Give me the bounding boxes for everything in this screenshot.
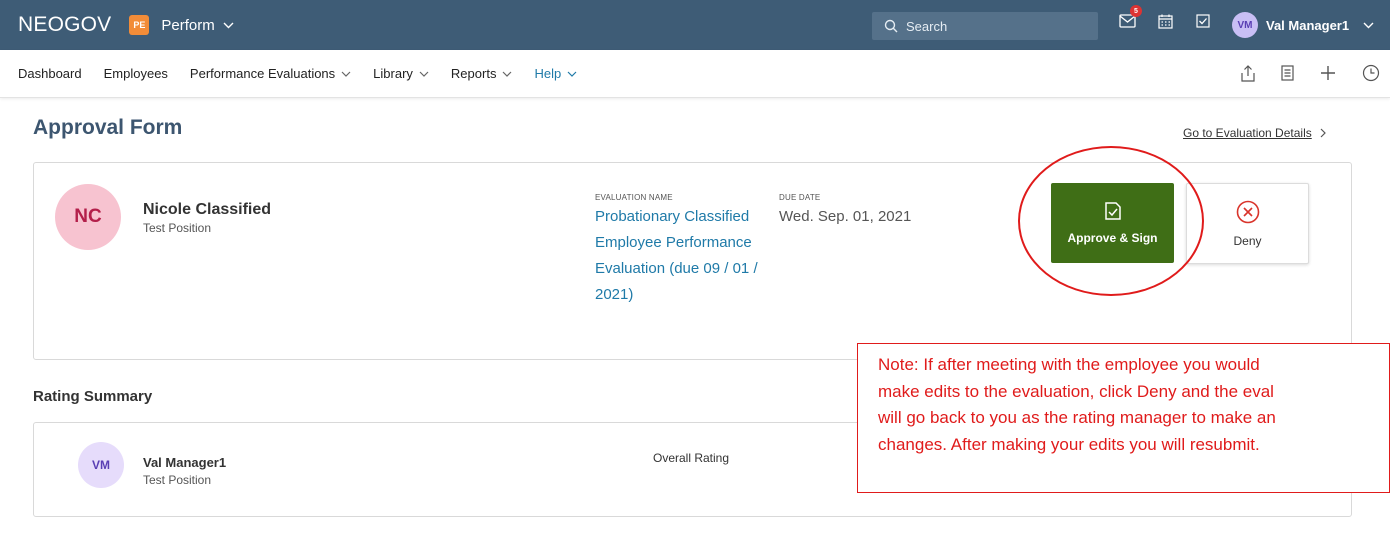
clock-icon[interactable] — [1362, 64, 1380, 82]
employee-avatar: NC — [55, 184, 121, 250]
tasks-button[interactable] — [1194, 12, 1212, 30]
notification-badge: 5 — [1130, 5, 1142, 17]
note-line: changes. After making your edits you wil… — [878, 434, 1260, 454]
goto-evaluation-details-link[interactable]: Go to Evaluation Details — [1183, 126, 1326, 140]
highlight-ellipse — [1018, 146, 1204, 296]
chevron-down-icon — [223, 22, 234, 28]
plus-icon[interactable] — [1320, 65, 1336, 81]
rating-summary-title: Rating Summary — [33, 388, 153, 405]
overall-rating-label: Overall Rating — [653, 451, 730, 465]
due-date-value: Wed. Sep. 01, 2021 — [779, 208, 912, 225]
calendar-icon — [1157, 14, 1173, 29]
calendar-button[interactable] — [1156, 12, 1174, 30]
chevron-right-icon — [1320, 128, 1326, 138]
note-line: Note: If after meeting with the employee… — [878, 355, 1260, 374]
product-badge: PE — [129, 15, 150, 35]
checkbox-icon — [1196, 14, 1210, 28]
note-line: make edits to the evaluation, click Deny… — [878, 381, 1274, 401]
user-avatar: VM — [1232, 12, 1258, 38]
employee-name: Nicole Classified — [143, 201, 272, 218]
note-line: will go back to you as the rating manage… — [878, 408, 1276, 427]
search-placeholder: Search — [906, 18, 948, 34]
search-icon — [884, 19, 898, 33]
nav-actions — [1241, 64, 1380, 82]
annotation-note: Note: If after meeting with the employee… — [857, 343, 1390, 493]
chevron-down-icon — [419, 71, 429, 77]
search-input[interactable]: Search — [872, 12, 1098, 40]
chevron-down-icon — [341, 71, 351, 77]
chevron-down-icon — [1363, 22, 1374, 28]
nav-employees[interactable]: Employees — [104, 66, 168, 81]
rater-position: Test Position — [143, 473, 212, 487]
page-title: Approval Form — [33, 116, 183, 139]
chevron-down-icon — [567, 71, 577, 77]
evaluation-name-label: EVALUATION NAME — [595, 193, 673, 202]
deny-label: Deny — [1233, 233, 1262, 248]
chevron-down-icon — [503, 71, 512, 77]
top-icons: 5 — [1118, 5, 1212, 30]
main-nav: Dashboard Employees Performance Evaluati… — [0, 50, 1390, 98]
rater-avatar: VM — [78, 442, 124, 488]
close-circle-icon — [1236, 200, 1259, 223]
employee-position: Test Position — [143, 221, 212, 235]
product-switcher[interactable]: Perform — [161, 16, 234, 34]
evaluation-name-link[interactable]: Probationary Classified Employee Perform… — [595, 204, 775, 308]
top-bar: NEOGOV PE Perform Search 5 VM Val Manage… — [0, 0, 1390, 50]
due-date-label: DUE DATE — [779, 193, 821, 202]
user-name: Val Manager1 — [1266, 17, 1350, 33]
nav-dashboard[interactable]: Dashboard — [18, 66, 82, 81]
notes-icon[interactable] — [1281, 65, 1294, 81]
deny-button[interactable]: Deny — [1186, 183, 1309, 264]
nav-help[interactable]: Help — [534, 66, 577, 81]
nav-performance-evaluations[interactable]: Performance Evaluations — [190, 66, 351, 81]
inbox-button[interactable]: 5 — [1118, 5, 1142, 30]
user-menu[interactable]: VM Val Manager1 — [1232, 12, 1374, 38]
nav-library[interactable]: Library — [373, 66, 429, 81]
share-icon[interactable] — [1241, 64, 1255, 82]
nav-reports[interactable]: Reports — [451, 66, 513, 81]
product-name: Perform — [161, 16, 215, 34]
rater-name: Val Manager1 — [143, 455, 227, 470]
brand-logo[interactable]: NEOGOV — [18, 13, 111, 37]
